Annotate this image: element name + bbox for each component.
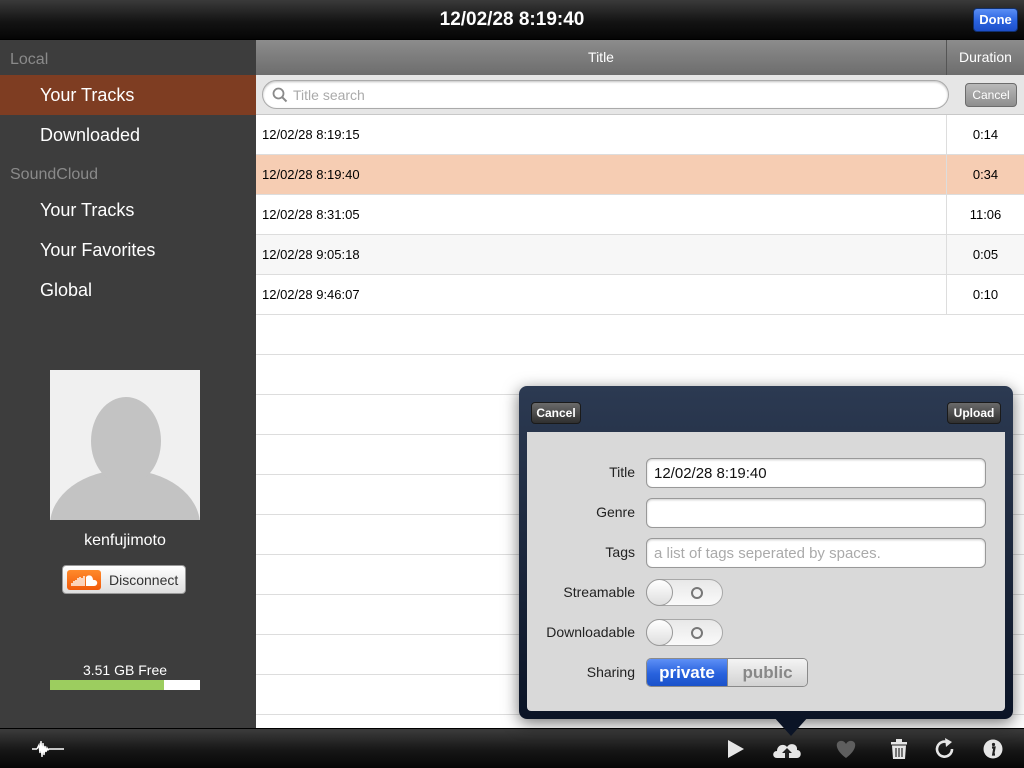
form-row-genre: Genre xyxy=(527,496,1005,528)
page-title: 12/02/28 8:19:40 xyxy=(439,9,585,30)
waveform-icon[interactable] xyxy=(32,737,64,761)
storage-free-label: 3.51 GB Free xyxy=(82,662,168,678)
avatar xyxy=(50,370,200,520)
trash-icon[interactable] xyxy=(886,737,912,761)
sidebar-item-global[interactable]: Global xyxy=(0,270,256,310)
track-duration: 0:10 xyxy=(946,275,1024,314)
popover-cancel-button[interactable]: Cancel xyxy=(531,402,581,424)
track-duration: 11:06 xyxy=(946,195,1024,234)
track-title: 12/02/28 8:19:40 xyxy=(262,167,360,182)
form-row-tags: Tags xyxy=(527,536,1005,568)
section-header-local: Local xyxy=(10,51,49,68)
downloadable-label: Downloadable xyxy=(546,624,635,640)
info-icon[interactable] xyxy=(980,737,1006,761)
cloud-upload-icon[interactable] xyxy=(771,737,803,761)
popover-arrow xyxy=(773,716,809,736)
heart-icon[interactable] xyxy=(833,737,859,761)
track-title: 12/02/28 9:46:07 xyxy=(262,287,360,302)
app-window: 12/02/28 8:19:40 Done Local Your Tracks … xyxy=(0,0,1024,768)
search-icon xyxy=(272,87,288,103)
soundcloud-logo-icon xyxy=(67,569,101,590)
storage-bar-fill xyxy=(50,680,164,690)
upload-popover: Cancel Upload Title Genre Tags Streamabl… xyxy=(519,386,1013,719)
form-row-sharing: Sharing private public xyxy=(527,656,1005,688)
form-row-streamable: Streamable xyxy=(527,576,1005,608)
sidebar-item-downloaded[interactable]: Downloaded xyxy=(0,115,256,155)
track-duration: 0:14 xyxy=(946,115,1024,154)
table-row[interactable]: 12/02/28 8:19:15 0:14 xyxy=(256,115,1024,155)
section-header-soundcloud: SoundCloud xyxy=(10,166,99,183)
search-field[interactable] xyxy=(262,80,949,109)
refresh-icon[interactable] xyxy=(932,737,958,761)
title-field[interactable] xyxy=(646,458,986,488)
table-row[interactable]: 12/02/28 8:31:05 11:06 xyxy=(256,195,1024,235)
sharing-private-option[interactable]: private xyxy=(647,659,727,686)
table-row[interactable]: 12/02/28 9:46:07 0:10 xyxy=(256,275,1024,315)
sidebar: Local Your Tracks Downloaded SoundCloud … xyxy=(0,40,256,728)
play-icon[interactable] xyxy=(724,737,750,761)
search-input[interactable] xyxy=(293,85,933,105)
track-title: 12/02/28 8:19:15 xyxy=(262,127,360,142)
sharing-label: Sharing xyxy=(586,664,635,680)
top-bar: 12/02/28 8:19:40 Done xyxy=(0,0,1024,40)
table-row-selected[interactable]: 12/02/28 8:19:40 0:34 xyxy=(256,155,1024,195)
title-label: Title xyxy=(609,464,635,480)
upload-button[interactable]: Upload xyxy=(947,402,1001,424)
genre-field[interactable] xyxy=(646,498,986,528)
disconnect-button[interactable]: Disconnect xyxy=(62,565,186,594)
table-row[interactable]: 12/02/28 9:05:18 0:05 xyxy=(256,235,1024,275)
sharing-segmented-control: private public xyxy=(646,658,808,687)
streamable-label: Streamable xyxy=(563,584,635,600)
done-button[interactable]: Done xyxy=(973,8,1018,32)
column-header-title[interactable]: Title xyxy=(256,40,946,75)
disconnect-label: Disconnect xyxy=(109,571,179,588)
empty-row xyxy=(256,315,1024,355)
search-bar: Cancel xyxy=(256,75,1024,115)
search-cancel-button[interactable]: Cancel xyxy=(965,83,1017,107)
table-header: Title Duration xyxy=(256,40,1024,75)
genre-label: Genre xyxy=(596,504,635,520)
column-header-duration[interactable]: Duration xyxy=(946,40,1024,75)
sidebar-item-local-your-tracks[interactable]: Your Tracks xyxy=(0,75,256,115)
downloadable-toggle[interactable] xyxy=(646,619,723,646)
form-row-downloadable: Downloadable xyxy=(527,616,1005,648)
track-title: 12/02/28 9:05:18 xyxy=(262,247,360,262)
sidebar-item-sc-your-tracks[interactable]: Your Tracks xyxy=(0,190,256,230)
streamable-toggle[interactable] xyxy=(646,579,723,606)
tags-field[interactable] xyxy=(646,538,986,568)
form-row-title: Title xyxy=(527,456,1005,488)
username: kenfujimoto xyxy=(84,532,166,549)
tags-label: Tags xyxy=(605,544,635,560)
track-duration: 0:34 xyxy=(946,155,1024,194)
track-duration: 0:05 xyxy=(946,235,1024,274)
bottom-toolbar xyxy=(0,728,1024,768)
upload-form: Title Genre Tags Streamable Downloadable xyxy=(527,432,1005,711)
sharing-public-option[interactable]: public xyxy=(727,659,807,686)
track-title: 12/02/28 8:31:05 xyxy=(262,207,360,222)
storage-bar xyxy=(50,680,200,690)
sidebar-item-your-favorites[interactable]: Your Favorites xyxy=(0,230,256,270)
